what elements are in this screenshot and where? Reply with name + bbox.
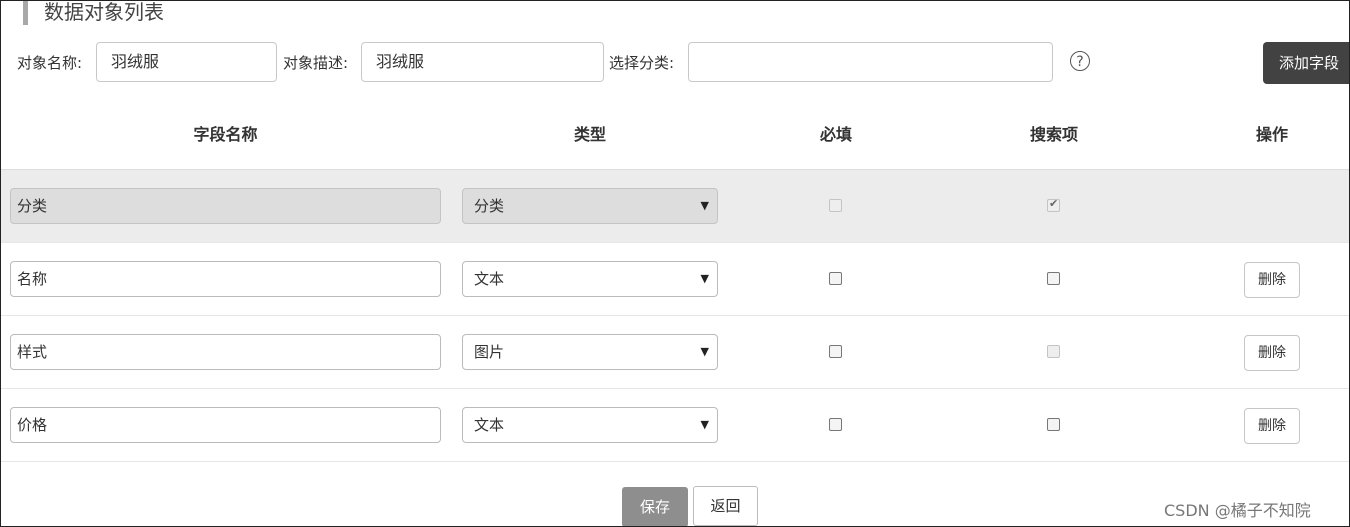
category-label: 选择分类: (609, 54, 675, 72)
type-select: 分类 ▼ (462, 188, 718, 224)
type-select[interactable]: 文本 ▼ (462, 261, 718, 297)
type-select-value: 图片 (474, 343, 505, 361)
table-header: 字段名称 类型 必填 搜索项 操作 (1, 97, 1349, 170)
type-select-value: 文本 (474, 270, 505, 288)
table-row: 价格 文本 ▼ 删除 (1, 389, 1349, 462)
chevron-down-icon: ▼ (700, 345, 709, 358)
delete-button[interactable]: 删除 (1244, 335, 1300, 371)
required-checkbox (829, 199, 842, 212)
object-name-input[interactable]: 羽绒服 (96, 42, 277, 82)
chevron-down-icon: ▼ (700, 418, 709, 431)
watermark: CSDN @橘子不知院 (1164, 501, 1311, 520)
required-checkbox[interactable] (829, 272, 842, 285)
table-row: 样式 图片 ▼ 删除 (1, 316, 1349, 389)
delete-button[interactable]: 删除 (1244, 262, 1300, 298)
header-searchable: 搜索项 (1029, 125, 1078, 144)
searchable-checkbox (1047, 345, 1060, 358)
required-checkbox[interactable] (829, 418, 842, 431)
page-frame: 数据对象列表 对象名称: 羽绒服 对象描述: 羽绒服 选择分类: ? 添加字段 … (0, 0, 1350, 527)
filter-form: 对象名称: 羽绒服 对象描述: 羽绒服 选择分类: ? 添加字段 (1, 42, 1349, 84)
page-title: 数据对象列表 (23, 1, 164, 25)
type-select-value: 分类 (474, 197, 505, 215)
type-select[interactable]: 图片 ▼ (462, 334, 718, 370)
field-name-input[interactable]: 价格 (10, 407, 441, 443)
checkmark-icon: ✔ (1049, 197, 1059, 210)
help-icon[interactable]: ? (1070, 51, 1090, 71)
field-name-input[interactable]: 样式 (10, 334, 441, 370)
object-name-label: 对象名称: (17, 54, 83, 72)
save-button[interactable]: 保存 (622, 487, 688, 526)
searchable-checkbox: ✔ (1047, 197, 1060, 212)
searchable-checkbox[interactable] (1047, 418, 1060, 431)
table-row: 名称 文本 ▼ 删除 (1, 243, 1349, 316)
header-field-name: 字段名称 (193, 125, 258, 144)
table-row: 分类 分类 ▼ ✔ (1, 170, 1349, 243)
chevron-down-icon: ▼ (700, 199, 709, 212)
back-button[interactable]: 返回 (693, 486, 758, 526)
type-select[interactable]: 文本 ▼ (462, 407, 718, 443)
delete-button[interactable]: 删除 (1244, 408, 1300, 444)
object-desc-label: 对象描述: (283, 54, 349, 72)
type-select-value: 文本 (474, 416, 505, 434)
searchable-checkbox[interactable] (1047, 272, 1060, 285)
add-field-button[interactable]: 添加字段 (1263, 42, 1349, 84)
field-name-input[interactable]: 名称 (10, 261, 441, 297)
header-actions: 操作 (1255, 125, 1288, 144)
category-select-input[interactable] (688, 42, 1053, 82)
required-checkbox[interactable] (829, 345, 842, 358)
chevron-down-icon: ▼ (700, 272, 709, 285)
header-type: 类型 (573, 125, 606, 144)
object-desc-input[interactable]: 羽绒服 (361, 42, 604, 82)
header-required: 必填 (819, 125, 852, 144)
field-name-input: 分类 (10, 188, 441, 224)
